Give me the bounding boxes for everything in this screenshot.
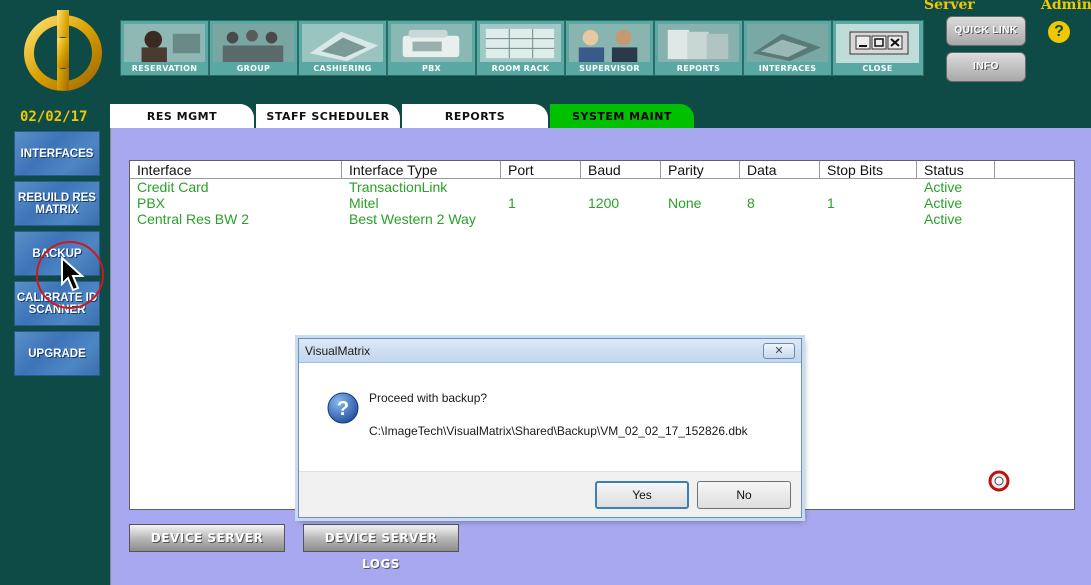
dialog-footer: Yes No: [299, 471, 801, 517]
sidebar-item-label: UPGRADE: [28, 347, 86, 360]
cell-status: Active: [924, 211, 963, 227]
no-button[interactable]: No: [697, 481, 791, 509]
cell-stop-bits: [820, 179, 917, 195]
window-close-icon: [836, 24, 919, 63]
cell-baud: [581, 179, 661, 195]
cell-status: Active: [924, 195, 963, 211]
yes-button[interactable]: Yes: [595, 481, 689, 509]
server-label: Server: [924, 0, 975, 13]
sidebar-item-label: INTERFACES: [20, 147, 94, 160]
cell-stop-bits: [820, 211, 917, 227]
current-date: 02/02/17: [20, 109, 88, 125]
room-rack-label: ROOM RACK: [491, 64, 550, 73]
info-button[interactable]: INFO: [946, 52, 1026, 82]
sidebar-item-label: MATRIX: [35, 203, 79, 216]
reservation-label: RESERVATION: [131, 64, 198, 73]
cell-port: [501, 179, 581, 195]
sidebar-item-interfaces[interactable]: INTERFACES: [14, 131, 100, 176]
table-row[interactable]: Central Res BW 2 Best Western 2 Way Acti…: [130, 211, 1074, 227]
pbx-button[interactable]: PBX: [388, 21, 477, 75]
cell-baud: [581, 211, 661, 227]
room-rack-photo-icon: [480, 24, 561, 63]
table-row[interactable]: PBX Mitel 1 1200 None 8 1 Active: [130, 195, 1074, 211]
help-icon[interactable]: ?: [1048, 21, 1070, 43]
cell-interface-type: Mitel: [349, 195, 379, 211]
dialog-close-button[interactable]: ✕: [763, 343, 795, 359]
supervisor-photo-icon: [569, 24, 650, 63]
device-server-logs-button[interactable]: DEVICE SERVER LOGS: [303, 524, 459, 571]
close-label: CLOSE: [862, 64, 893, 73]
room-rack-button[interactable]: ROOM RACK: [477, 21, 566, 75]
cell-port: 1: [508, 195, 516, 211]
dialog-title-bar[interactable]: VisualMatrix ✕: [299, 339, 801, 363]
reservation-button[interactable]: RESERVATION: [121, 21, 210, 75]
module-tabs: RES MGMT STAFF SCHEDULER REPORTS SYSTEM …: [110, 104, 696, 128]
cell-stop-bits: 1: [827, 195, 835, 211]
close-app-button[interactable]: CLOSE: [833, 21, 922, 75]
column-header-port[interactable]: Port: [501, 161, 581, 178]
quick-link-button[interactable]: QUICK LINK: [946, 16, 1026, 46]
cashiering-photo-icon: [302, 24, 383, 63]
reports-photo-icon: [658, 24, 739, 63]
sidebar-item-rebuild-res-matrix[interactable]: REBUILD RES MATRIX: [14, 181, 100, 226]
cell-interface-type: TransactionLink: [349, 179, 448, 195]
device-server-button[interactable]: DEVICE SERVER: [129, 524, 285, 552]
supervisor-label: SUPERVISOR: [579, 64, 640, 73]
cashiering-button[interactable]: CASHIERING: [299, 21, 388, 75]
cell-parity: [661, 211, 740, 227]
cell-interface: Central Res BW 2: [137, 211, 250, 227]
cashiering-label: CASHIERING: [313, 64, 372, 73]
app-logo: [24, 10, 102, 91]
reports-button[interactable]: REPORTS: [655, 21, 744, 75]
mouse-pointer-icon: [61, 256, 85, 292]
svg-text:?: ?: [337, 398, 349, 420]
sidebar-item-label: REBUILD RES: [18, 191, 96, 204]
sidebar-item-upgrade[interactable]: UPGRADE: [14, 331, 100, 376]
cell-port: [501, 211, 581, 227]
column-header-stop-bits[interactable]: Stop Bits: [820, 161, 917, 178]
question-icon: ?: [327, 392, 359, 424]
interfaces-photo-icon: [747, 24, 828, 63]
cell-data: [740, 211, 820, 227]
column-header-interface-type[interactable]: Interface Type: [342, 161, 501, 178]
interfaces-label: INTERFACES: [758, 64, 817, 73]
tab-system-maint[interactable]: SYSTEM MAINT: [550, 104, 694, 128]
cell-interface: PBX: [137, 195, 166, 211]
cell-parity: None: [668, 195, 702, 211]
group-label: GROUP: [236, 64, 271, 73]
column-header-interface[interactable]: Interface: [130, 161, 342, 178]
column-header-status[interactable]: Status: [917, 161, 995, 178]
cell-baud: 1200: [588, 195, 620, 211]
group-button[interactable]: GROUP: [210, 21, 299, 75]
column-header-baud[interactable]: Baud: [581, 161, 661, 178]
backup-confirm-dialog: VisualMatrix ✕ ? Proceed with backup? C:…: [298, 338, 802, 518]
pbx-photo-icon: [391, 24, 472, 63]
cell-status: Active: [924, 179, 963, 195]
tab-reports[interactable]: REPORTS: [402, 104, 548, 128]
pbx-label: PBX: [421, 64, 442, 73]
column-header-data[interactable]: Data: [740, 161, 820, 178]
tab-staff-scheduler[interactable]: STAFF SCHEDULER: [256, 104, 400, 128]
reservation-photo-icon: [124, 24, 205, 63]
dialog-title: VisualMatrix: [305, 343, 371, 358]
cell-data: [740, 179, 820, 195]
dialog-message: Proceed with backup?: [369, 391, 488, 405]
dialog-body: ? Proceed with backup? C:\ImageTech\Visu…: [299, 363, 801, 473]
reports-label: REPORTS: [676, 64, 721, 73]
supervisor-button[interactable]: SUPERVISOR: [566, 21, 655, 75]
interfaces-button[interactable]: INTERFACES: [744, 21, 833, 75]
group-photo-icon: [213, 24, 294, 63]
tab-res-mgmt[interactable]: RES MGMT: [110, 104, 254, 128]
cell-interface-type: Best Western 2 Way: [349, 211, 476, 227]
backup-file-path: C:\ImageTech\VisualMatrix\Shared\Backup\…: [369, 424, 748, 438]
cell-interface: Credit Card: [137, 179, 209, 195]
column-header-parity[interactable]: Parity: [661, 161, 740, 178]
refresh-icon[interactable]: [988, 470, 1010, 492]
cell-data: 8: [747, 195, 755, 211]
table-header: Interface Interface Type Port Baud Parit…: [130, 161, 1074, 179]
cell-parity: [661, 179, 740, 195]
main-toolbar: RESERVATION GROUP CASHIERING PBX ROOM RA…: [120, 20, 924, 76]
table-row[interactable]: Credit Card TransactionLink Active: [130, 179, 1074, 195]
admin-label: Admin: [1041, 0, 1091, 13]
